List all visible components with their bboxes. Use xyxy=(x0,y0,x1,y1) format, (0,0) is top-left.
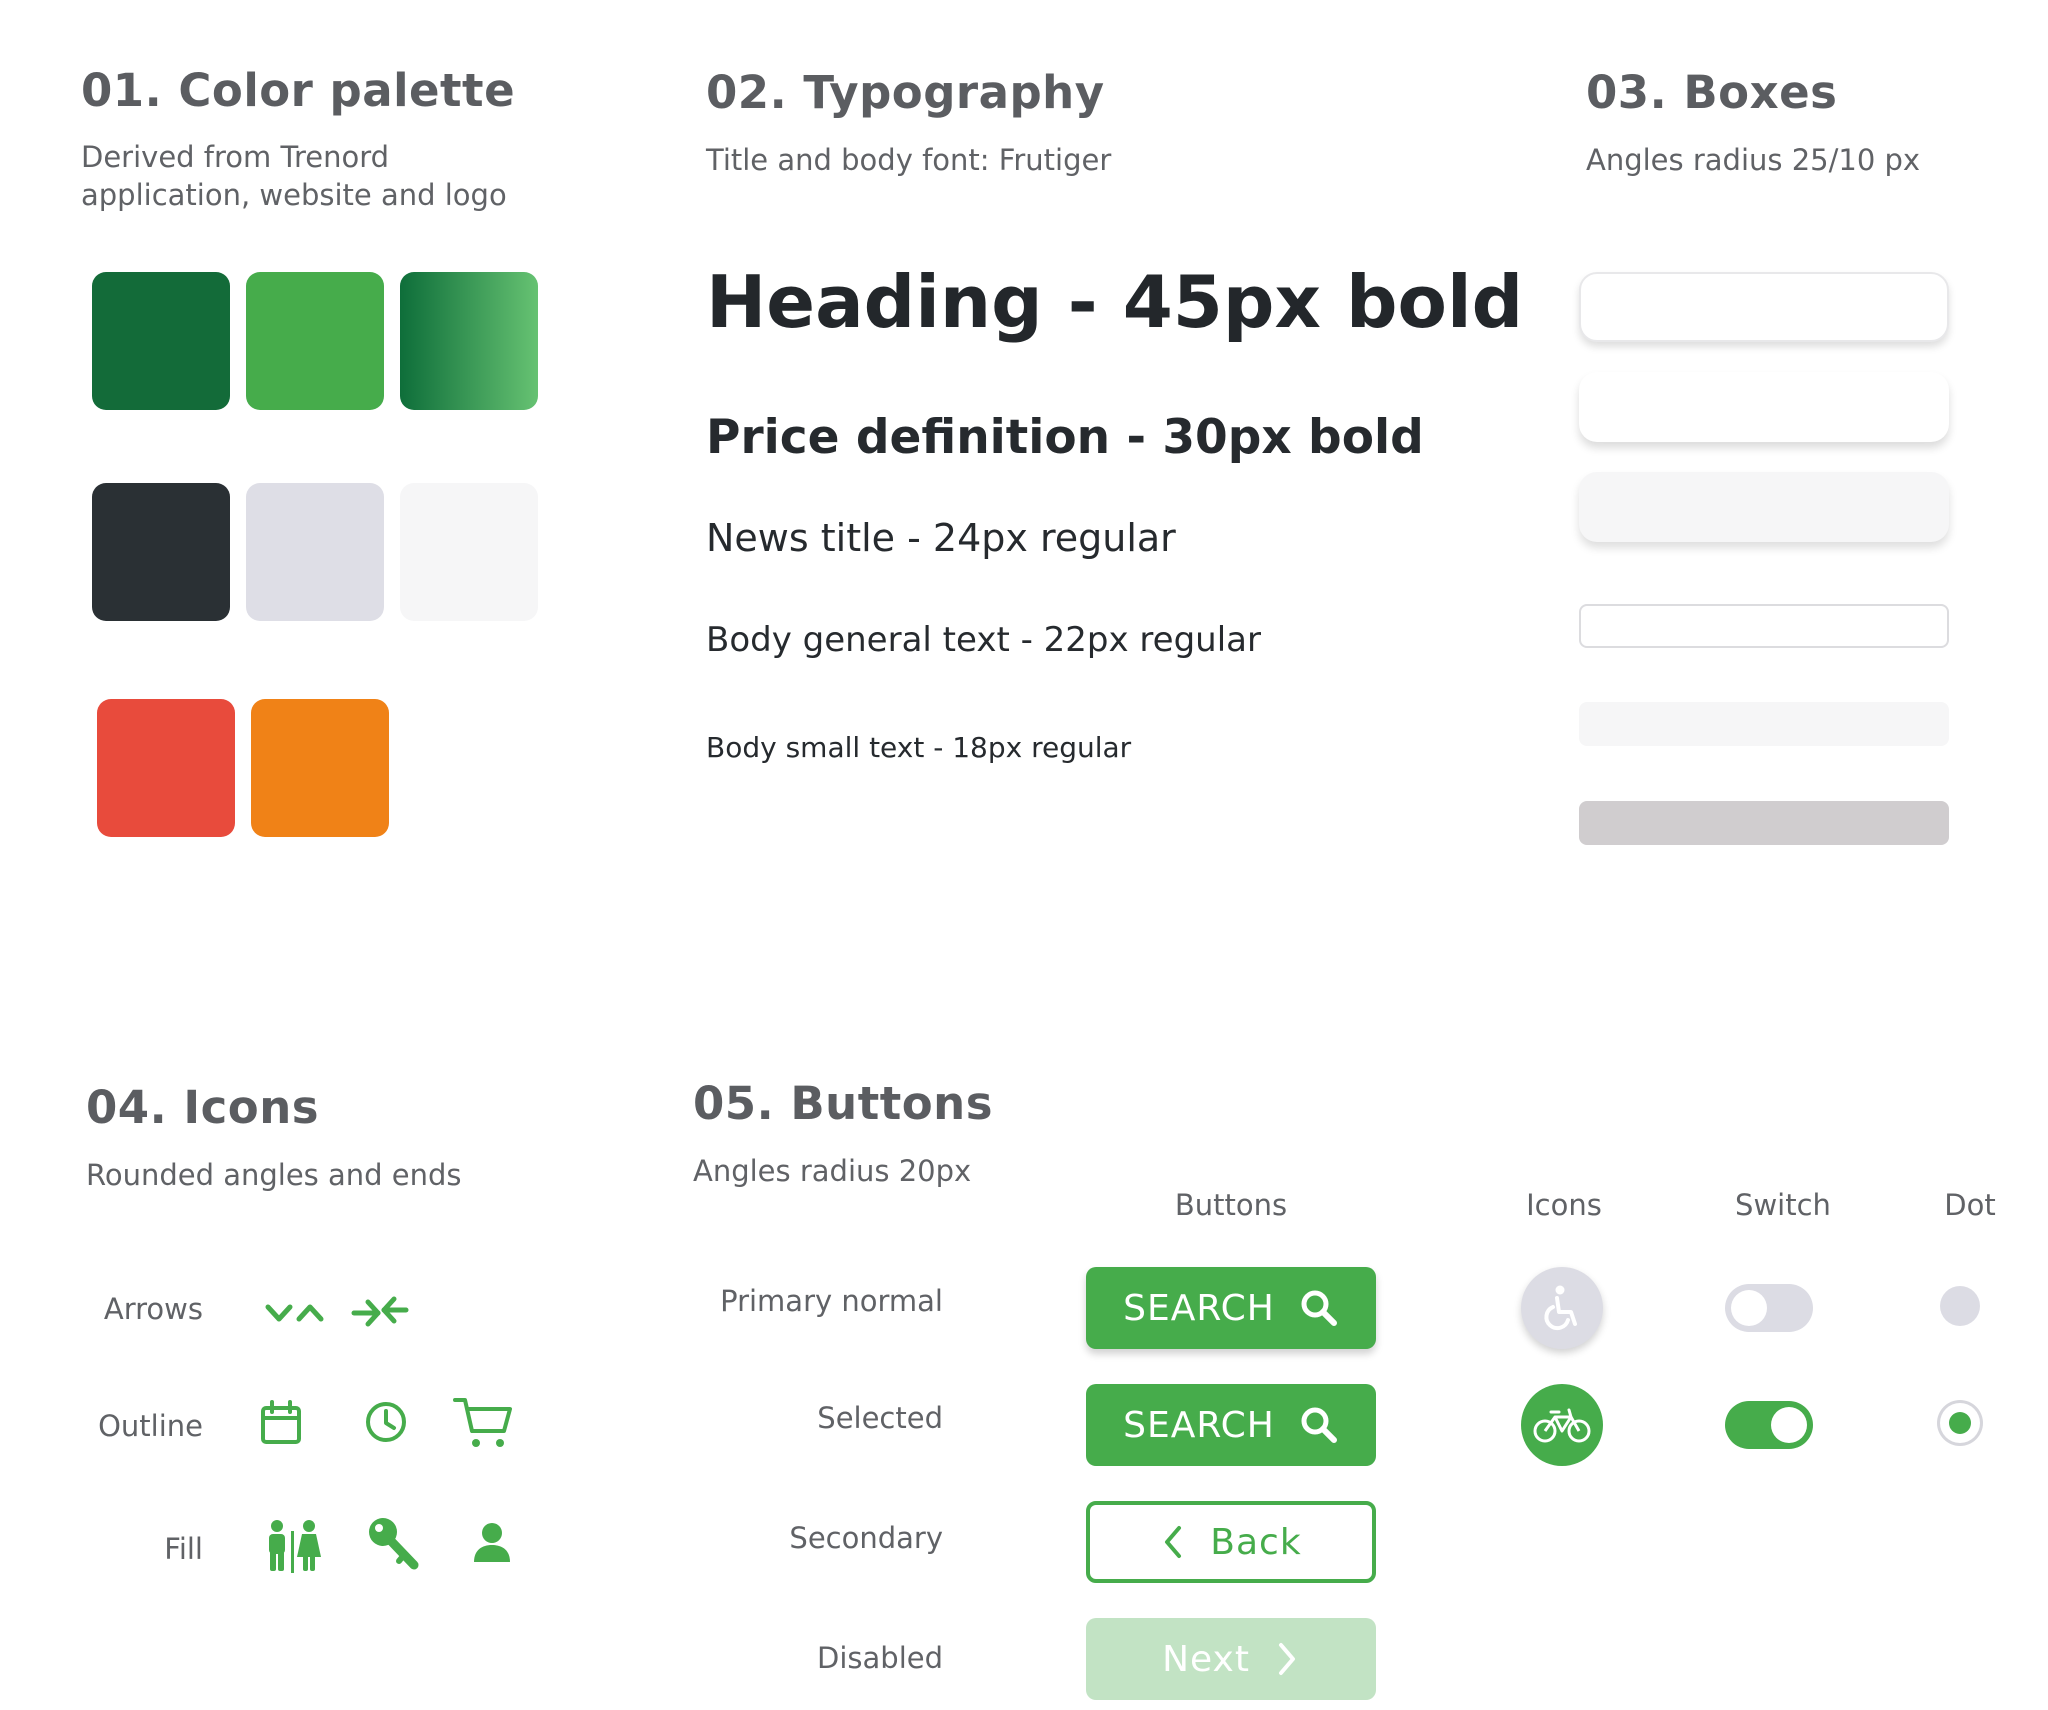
dot-selected[interactable] xyxy=(1940,1403,1980,1443)
typography-price-sample: Price definition - 30px bold xyxy=(706,410,1424,465)
search-button-label: SEARCH xyxy=(1123,1287,1275,1329)
restroom-icon xyxy=(269,1520,321,1573)
switch-knob xyxy=(1771,1407,1807,1443)
calendar-icon xyxy=(261,1400,301,1444)
wheelchair-icon xyxy=(1544,1285,1577,1331)
column-header-switch: Switch xyxy=(1735,1188,1831,1222)
box-sample-bordered-shadow xyxy=(1579,272,1949,342)
chevron-down-up-icon xyxy=(265,1304,324,1322)
switch-knob xyxy=(1731,1290,1767,1326)
row-label-secondary: Secondary xyxy=(789,1521,943,1555)
row-label-disabled: Disabled xyxy=(817,1641,943,1675)
swatch-light-gray xyxy=(246,483,384,621)
typography-title: 02. Typography xyxy=(706,66,1105,119)
swatch-red xyxy=(97,699,235,837)
back-button[interactable]: Back xyxy=(1086,1501,1376,1583)
key-icon xyxy=(369,1518,419,1570)
chevron-right-icon xyxy=(1278,1643,1295,1675)
row-label-primary-normal: Primary normal xyxy=(720,1284,943,1318)
typography-news-sample: News title - 24px regular xyxy=(706,516,1176,560)
dot-unselected[interactable] xyxy=(1940,1286,1980,1326)
column-header-dot: Dot xyxy=(1944,1188,1996,1222)
swatch-charcoal xyxy=(92,483,230,621)
next-button-disabled[interactable]: Next xyxy=(1086,1618,1376,1700)
typography-heading-sample: Heading - 45px bold xyxy=(706,260,1524,344)
box-sample-gray-shadow xyxy=(1579,472,1949,542)
search-icon xyxy=(1301,1407,1337,1443)
icons-row-fill-label: Fill xyxy=(164,1532,203,1566)
box-sample-flat-dark xyxy=(1579,801,1949,845)
arrows-converge-icon xyxy=(351,1296,409,1327)
boxes-subtitle: Angles radius 25/10 px xyxy=(1586,143,1921,177)
box-sample-flat-light xyxy=(1579,702,1949,746)
icons-row-arrows-label: Arrows xyxy=(103,1292,203,1326)
switch-off[interactable] xyxy=(1725,1284,1813,1332)
swatch-orange xyxy=(251,699,389,837)
boxes-title: 03. Boxes xyxy=(1586,66,1838,119)
chevron-left-icon xyxy=(1165,1526,1182,1558)
typography-subtitle: Title and body font: Frutiger xyxy=(706,143,1112,177)
back-button-label: Back xyxy=(1210,1521,1302,1563)
palette-subtitle: Derived from Trenord application, websit… xyxy=(81,138,507,214)
column-header-buttons: Buttons xyxy=(1174,1188,1288,1222)
typography-body-general-sample: Body general text - 22px regular xyxy=(706,620,1261,660)
palette-subtitle-line1: Derived from Trenord xyxy=(81,140,390,174)
search-icon xyxy=(1301,1290,1337,1326)
swatch-dark-green xyxy=(92,272,230,410)
switch-on[interactable] xyxy=(1725,1401,1813,1449)
icons-title: 04. Icons xyxy=(86,1081,320,1134)
bike-icon-button-selected[interactable] xyxy=(1521,1384,1603,1466)
column-header-icons: Icons xyxy=(1526,1188,1602,1222)
dot-selected-fill xyxy=(1949,1412,1971,1434)
icons-row-outline-label: Outline xyxy=(98,1409,203,1443)
icons-subtitle: Rounded angles and ends xyxy=(86,1158,462,1192)
box-sample-outline xyxy=(1579,604,1949,648)
search-button-primary[interactable]: SEARCH xyxy=(1086,1267,1376,1349)
accessibility-icon-button[interactable] xyxy=(1521,1267,1603,1349)
swatch-off-white xyxy=(400,483,538,621)
search-button-selected[interactable]: SEARCH xyxy=(1086,1384,1376,1466)
user-icon xyxy=(474,1523,510,1562)
search-button-label: SEARCH xyxy=(1123,1404,1275,1446)
bicycle-icon xyxy=(1533,1408,1591,1443)
swatch-green xyxy=(246,272,384,410)
cart-icon xyxy=(453,1398,512,1447)
palette-title: 01. Color palette xyxy=(81,64,516,117)
clock-icon xyxy=(366,1402,406,1442)
buttons-title: 05. Buttons xyxy=(693,1077,993,1130)
row-label-selected: Selected xyxy=(817,1401,943,1435)
swatch-green-gradient xyxy=(400,272,538,410)
palette-subtitle-line2: application, website and logo xyxy=(81,178,507,212)
buttons-subtitle: Angles radius 20px xyxy=(693,1154,972,1188)
next-button-label: Next xyxy=(1162,1638,1250,1680)
box-sample-shadow xyxy=(1579,372,1949,442)
typography-body-small-sample: Body small text - 18px regular xyxy=(706,731,1132,764)
